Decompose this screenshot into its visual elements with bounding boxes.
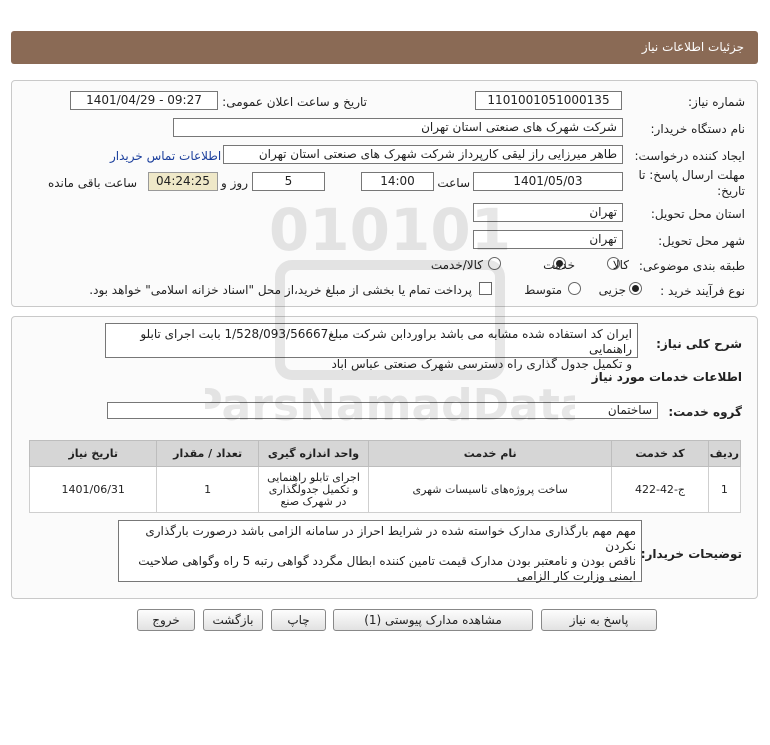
- summary-line-2: و تکمیل جدول گذاری راه دسترسی شهرک صنعتی…: [331, 357, 632, 371]
- exit-button[interactable]: خروج: [137, 609, 195, 631]
- buyer-notes-line-2: ناقص بودن و نامعتبر بودن مدارک قیمت تامی…: [138, 554, 636, 568]
- col-header-service-code: کد خدمت: [611, 440, 709, 467]
- page-title-bar: جزئیات اطلاعات نیاز: [11, 31, 758, 64]
- days-label: روز و: [221, 176, 248, 190]
- buyer-notes-line-3: ایمنی وزارت کار الزامی: [516, 569, 636, 583]
- announce-date-field: 1401/04/29 - 09:27: [70, 91, 218, 110]
- buyer-notes-line-1: مهم مهم بارگذاری مدارک خواسته شده در شرا…: [145, 524, 636, 553]
- process-radio-medium[interactable]: [568, 282, 581, 295]
- service-group-label: گروه خدمت:: [668, 405, 742, 419]
- services-heading: اطلاعات خدمات مورد نیاز: [591, 370, 742, 384]
- buyer-contact-link[interactable]: اطلاعات تماس خریدار: [110, 149, 221, 163]
- request-creator-field: طاهر میرزایی راز لیقی کارپرداز شرکت شهرک…: [223, 145, 623, 164]
- buyer-name-label: نام دستگاه خریدار:: [650, 122, 746, 136]
- category-option-goods-service: کالا/خدمت: [430, 258, 483, 272]
- category-option-goods: کالا: [612, 258, 629, 272]
- col-header-row-number: ردیف: [707, 440, 742, 467]
- cell-service-name: ساخت پروژه‌های تاسیسات شهری: [368, 466, 613, 513]
- process-option-medium: متوسط: [524, 283, 562, 297]
- services-table: ردیف کد خدمت نام خدمت واحد اندازه گیری ت…: [28, 440, 742, 513]
- delivery-province-label: استان محل تحویل:: [650, 207, 745, 221]
- print-button[interactable]: چاپ: [271, 609, 326, 631]
- deadline-label: مهلت ارسال پاسخ: تا: [638, 168, 745, 182]
- buyer-name-field: شرکت شهرک های صنعتی استان تهران: [173, 118, 623, 137]
- reply-to-need-button[interactable]: پاسخ به نیاز: [541, 609, 657, 631]
- delivery-city-label: شهر محل تحویل:: [658, 234, 745, 248]
- col-header-service-name: نام خدمت: [368, 440, 613, 467]
- category-option-service: خدمت: [543, 258, 575, 272]
- cell-need-date: 1401/06/31: [28, 466, 158, 513]
- remaining-time-field: 04:24:25: [148, 172, 218, 191]
- treasury-payment-checkbox[interactable]: [479, 282, 492, 295]
- process-type-label: نوع فرآیند خرید :: [660, 284, 745, 298]
- table-header-row: ردیف کد خدمت نام خدمت واحد اندازه گیری ت…: [28, 440, 742, 467]
- request-creator-label: ایجاد کننده درخواست:: [634, 149, 745, 163]
- cell-quantity: 1: [156, 466, 259, 513]
- view-attached-documents-button[interactable]: مشاهده مدارک پیوستی (1): [333, 609, 533, 631]
- need-number-label: شماره نیاز:: [688, 95, 745, 109]
- deadline-date-field: 1401/05/03: [473, 172, 623, 191]
- category-radio-goods-service[interactable]: [488, 257, 501, 270]
- deadline-time-label: ساعت: [437, 176, 470, 190]
- buyer-notes-label: توضیحات خریدار:: [640, 547, 742, 561]
- remaining-time-label: ساعت باقی مانده: [47, 176, 137, 190]
- summary-description: ایران کد استفاده شده مشابه می باشد براور…: [105, 323, 638, 371]
- process-option-minor: جزیی: [598, 283, 626, 297]
- category-label: طبقه بندی موضوعی:: [638, 259, 745, 273]
- table-row: 1 ج-42-422 ساخت پروژه‌های تاسیسات شهری ا…: [28, 466, 742, 513]
- page-title: جزئیات اطلاعات نیاز: [641, 40, 744, 54]
- delivery-city-field: تهران: [473, 230, 623, 249]
- deadline-date-label: تاریخ:: [717, 184, 745, 198]
- deadline-time-field: 14:00: [361, 172, 434, 191]
- cell-service-code: ج-42-422: [611, 466, 709, 513]
- cell-unit: اجرای تابلو راهنمایی و تکمیل جدولگذاری د…: [257, 466, 370, 513]
- announce-date-label: تاریخ و ساعت اعلان عمومی:: [222, 95, 367, 109]
- cell-row-number: 1: [707, 466, 742, 513]
- treasury-payment-text: پرداخت تمام یا بخشی از مبلغ خرید،از محل …: [89, 283, 472, 297]
- col-header-need-date: تاریخ نیاز: [28, 440, 158, 467]
- buyer-notes-description: مهم مهم بارگذاری مدارک خواسته شده در شرا…: [118, 520, 642, 583]
- need-number-field: 1101001051000135: [475, 91, 622, 110]
- col-header-unit: واحد اندازه گیری: [257, 440, 370, 467]
- summary-label: شرح کلی نیاز:: [656, 337, 742, 351]
- service-group-field: ساختمان: [107, 402, 658, 419]
- back-button[interactable]: بازگشت: [203, 609, 263, 631]
- process-radio-minor[interactable]: [629, 282, 642, 295]
- col-header-quantity: تعداد / مقدار: [156, 440, 259, 467]
- summary-line-1: ایران کد استفاده شده مشابه می باشد براور…: [140, 327, 632, 356]
- days-field: 5: [252, 172, 325, 191]
- delivery-province-field: تهران: [473, 203, 623, 222]
